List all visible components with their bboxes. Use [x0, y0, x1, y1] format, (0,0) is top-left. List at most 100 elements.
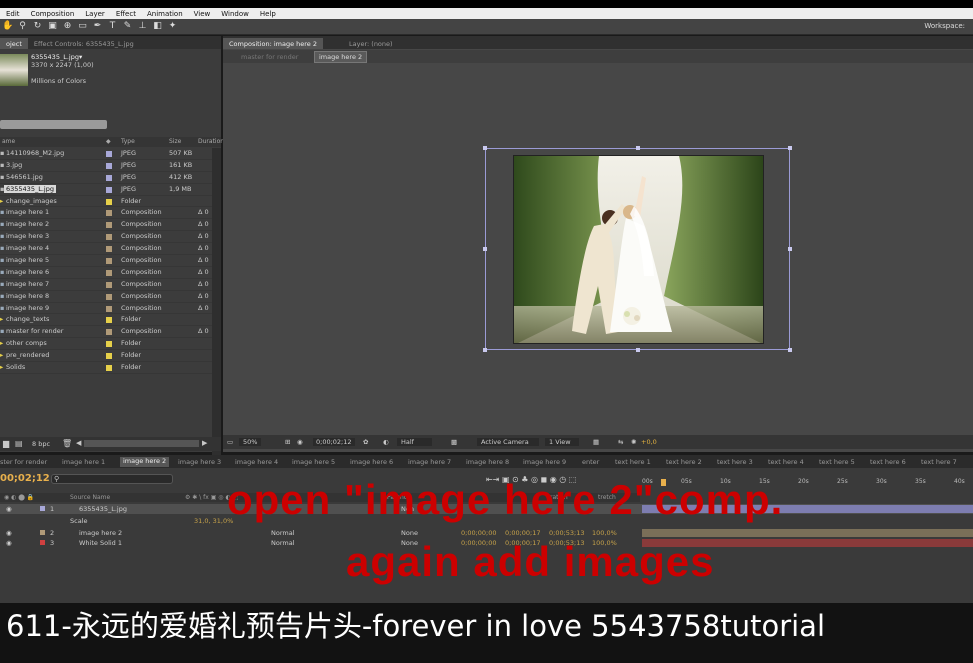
col-duration[interactable]: Duration: [198, 138, 224, 145]
col-size[interactable]: Size: [169, 138, 181, 145]
timeline-tab[interactable]: image here 1: [62, 458, 105, 466]
project-item-row[interactable]: ▪ image here 3 Composition Δ 0: [0, 231, 212, 244]
label-color-swatch[interactable]: [106, 246, 112, 253]
label-color-swatch[interactable]: [106, 341, 112, 348]
handle-ml[interactable]: [483, 247, 487, 251]
timeline-tab[interactable]: enter: [582, 458, 599, 466]
timeline-tab[interactable]: text here 6: [870, 458, 906, 466]
handle-tc[interactable]: [636, 146, 640, 150]
hand-icon[interactable]: ✋: [2, 21, 13, 32]
menu-view[interactable]: View: [188, 10, 216, 18]
timeline-layer-row[interactable]: ◉ 2 image here 2 Normal None 0;00;00;00 0;00;0…: [0, 528, 973, 538]
pan-behind-icon[interactable]: ⊕: [62, 21, 73, 32]
camera-select[interactable]: Active Camera: [477, 438, 539, 446]
project-item-row[interactable]: ▪ image here 5 Composition Δ 0: [0, 255, 212, 267]
view-layout-select[interactable]: 1 View: [545, 438, 579, 446]
project-item-row[interactable]: ▪ 546561.jpg JPEG 412 KB: [0, 172, 212, 184]
project-item-row[interactable]: ▪ 14110968_M2.jpg JPEG 507 KB: [0, 148, 212, 160]
project-item-row[interactable]: ▪ 3.jpg JPEG 161 KB: [0, 160, 212, 172]
pen-icon[interactable]: ✒: [92, 21, 103, 32]
handle-tr[interactable]: [788, 146, 792, 150]
menu-effect[interactable]: Effect: [110, 10, 141, 18]
menu-edit[interactable]: Edit: [0, 10, 25, 18]
label-color-swatch[interactable]: [106, 258, 112, 265]
tab-composition[interactable]: Composition: image here 2: [223, 38, 324, 49]
timeline-tab[interactable]: text here 3: [717, 458, 753, 466]
timeline-tab[interactable]: image here 8: [466, 458, 509, 466]
timeline-tab[interactable]: text here 7: [921, 458, 957, 466]
folder-icon[interactable]: ▆: [3, 439, 9, 448]
project-item-row[interactable]: ▪ image here 2 Composition Δ 0: [0, 219, 212, 232]
layer-label-swatch[interactable]: [40, 540, 45, 545]
workspace-label[interactable]: Workspace:: [924, 22, 965, 30]
project-item-row[interactable]: ▪ image here 1 Composition Δ 0: [0, 207, 212, 220]
label-color-swatch[interactable]: [106, 293, 112, 300]
project-item-row[interactable]: ▸ other comps Folder: [0, 338, 212, 351]
project-item-row[interactable]: ▪ image here 4 Composition Δ 0: [0, 243, 212, 256]
stamp-icon[interactable]: ⊥: [137, 21, 148, 32]
label-color-swatch[interactable]: [106, 329, 112, 336]
label-color-swatch[interactable]: [106, 186, 112, 193]
rectangle-icon[interactable]: ▭: [77, 21, 88, 32]
visibility-icon[interactable]: ◉: [6, 529, 12, 537]
menu-window[interactable]: Window: [215, 10, 254, 18]
label-color-swatch[interactable]: [106, 281, 112, 288]
comp-time-display[interactable]: 0;00;02;12: [313, 438, 355, 446]
handle-tl[interactable]: [483, 146, 487, 150]
project-item-row[interactable]: ▸ change_images Folder: [0, 196, 212, 208]
toggle-pixel-icon[interactable]: ▦: [593, 438, 599, 446]
flowchart-icon[interactable]: ⇆: [618, 438, 623, 446]
bpc-label[interactable]: 8 bpc: [32, 440, 50, 448]
puppet-icon[interactable]: ✦: [167, 21, 178, 32]
layer-label-swatch[interactable]: [40, 506, 45, 511]
timeline-tab[interactable]: image here 6: [350, 458, 393, 466]
zoom-icon[interactable]: ⚲: [17, 21, 28, 32]
label-color-swatch[interactable]: [106, 317, 112, 324]
label-color-swatch[interactable]: [106, 198, 112, 205]
text-icon[interactable]: T: [107, 21, 118, 32]
project-item-row[interactable]: ▪ image here 7 Composition Δ 0: [0, 279, 212, 291]
timeline-tab[interactable]: image here 5: [292, 458, 335, 466]
label-color-swatch[interactable]: [106, 210, 112, 217]
label-color-swatch[interactable]: [106, 151, 112, 157]
av-switch-icons[interactable]: ◉ ◐ ⬤ 🔒: [4, 494, 34, 501]
timeline-tab[interactable]: text here 5: [819, 458, 855, 466]
grid-icon[interactable]: ⊞: [285, 438, 290, 446]
trash-icon[interactable]: 🗑: [62, 439, 72, 448]
visibility-icon[interactable]: ◉: [6, 505, 12, 513]
timeline-tab[interactable]: ster for render: [0, 458, 47, 466]
col-type[interactable]: Type: [121, 138, 135, 145]
label-color-swatch[interactable]: [106, 174, 112, 181]
timeline-tab[interactable]: text here 2: [666, 458, 702, 466]
zoom-select[interactable]: 50%: [239, 438, 262, 446]
exposure-icon[interactable]: ✺: [631, 438, 636, 446]
menu-composition[interactable]: Composition: [25, 10, 80, 18]
current-timecode[interactable]: 00;02;12: [0, 473, 50, 484]
project-item-row[interactable]: ▪ image here 9 Composition Δ 0: [0, 303, 212, 315]
handle-bl[interactable]: [483, 348, 487, 352]
tab-layer[interactable]: Layer: (none): [343, 38, 399, 49]
project-item-row[interactable]: ▸ change_texts Folder: [0, 314, 212, 327]
color-channel-icon[interactable]: ◐: [383, 438, 389, 446]
project-h-scrollbar[interactable]: [84, 440, 199, 447]
timeline-tab[interactable]: image here 9: [523, 458, 566, 466]
handle-br[interactable]: [788, 348, 792, 352]
menu-help[interactable]: Help: [254, 10, 281, 18]
layer-label-swatch[interactable]: [40, 530, 45, 535]
timeline-tab[interactable]: text here 4: [768, 458, 804, 466]
menu-animation[interactable]: Animation: [141, 10, 188, 18]
timeline-tab[interactable]: text here 1: [615, 458, 651, 466]
menu-layer[interactable]: Layer: [79, 10, 110, 18]
timeline-tab[interactable]: image here 3: [178, 458, 221, 466]
handle-bc[interactable]: [636, 348, 640, 352]
timeline-search-input[interactable]: ⚲: [51, 474, 173, 484]
tab-project[interactable]: oject: [0, 38, 28, 49]
exposure-value[interactable]: +0,0: [641, 438, 657, 446]
visibility-icon[interactable]: ◉: [6, 539, 12, 547]
label-color-swatch[interactable]: [106, 234, 112, 241]
col-source-name[interactable]: Source Name: [70, 494, 110, 501]
channel-icon[interactable]: ✿: [363, 438, 368, 446]
new-comp-icon[interactable]: ▤: [15, 439, 23, 448]
crumb-image-here-2[interactable]: image here 2: [314, 51, 368, 63]
timeline-tab[interactable]: image here 4: [235, 458, 278, 466]
